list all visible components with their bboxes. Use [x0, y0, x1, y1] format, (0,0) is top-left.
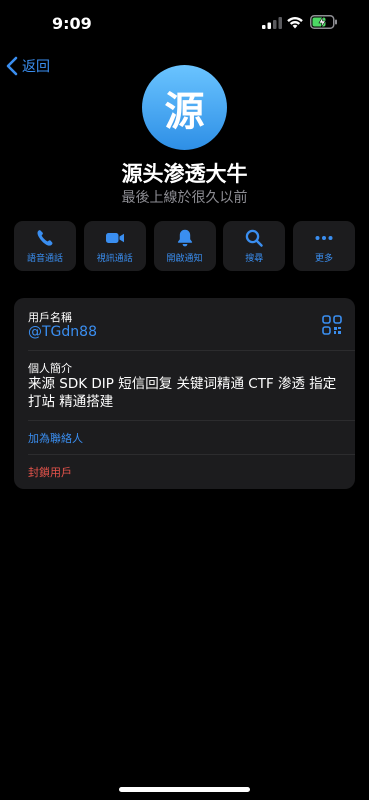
- battery-charging-icon: [310, 15, 337, 29]
- more-label: 更多: [314, 254, 333, 264]
- username-label: 用戶名稱: [28, 311, 72, 324]
- notifications-button[interactable]: 開啟通知: [153, 221, 216, 271]
- divider: [28, 350, 355, 351]
- phone-icon: [37, 230, 53, 246]
- divider: [28, 454, 355, 455]
- video-call-button[interactable]: 視訊通話: [83, 221, 146, 271]
- chevron-left-icon: [6, 56, 18, 76]
- status-time: 9:09: [52, 14, 92, 33]
- signal-icon: [262, 17, 282, 29]
- bio-label: 個人簡介: [28, 362, 72, 375]
- search-label: 搜尋: [245, 254, 264, 264]
- avatar[interactable]: 源: [142, 65, 227, 150]
- video-icon: [105, 233, 124, 243]
- action-bar: 語音通話 視訊通話 開啟通知 搜尋 更多: [14, 221, 355, 271]
- last-seen-status: 最後上線於很久以前: [121, 190, 248, 206]
- info-card: 用戶名稱 @TGdn88 個人簡介 来源 SDK DIP 短信回复 关键词精通 …: [14, 298, 355, 489]
- back-button[interactable]: 返回: [6, 55, 50, 77]
- status-bar: 9:09: [0, 0, 369, 48]
- back-label: 返回: [22, 59, 50, 75]
- profile-name: 源头渗透大牛: [121, 162, 248, 186]
- bell-icon: [177, 229, 192, 247]
- qr-code-icon[interactable]: [322, 315, 342, 335]
- home-indicator[interactable]: [119, 787, 250, 792]
- bio-text: 来源 SDK DIP 短信回复 关键词精通 CTF 渗透 指定打站 精通搭建: [28, 376, 337, 410]
- voice-call-label: 語音通話: [26, 254, 63, 264]
- more-button[interactable]: 更多: [293, 221, 355, 271]
- username-value[interactable]: @TGdn88: [28, 324, 97, 340]
- search-icon: [246, 229, 263, 247]
- more-icon: [315, 236, 333, 240]
- video-call-label: 視訊通話: [96, 254, 133, 264]
- notifications-label: 開啟通知: [166, 254, 203, 264]
- search-button[interactable]: 搜尋: [223, 221, 286, 271]
- voice-call-button[interactable]: 語音通話: [14, 221, 76, 271]
- block-user-button[interactable]: 封鎖用戶: [28, 464, 72, 480]
- wifi-icon: [287, 17, 303, 29]
- divider: [28, 420, 355, 421]
- add-contact-button[interactable]: 加為聯絡人: [28, 430, 83, 446]
